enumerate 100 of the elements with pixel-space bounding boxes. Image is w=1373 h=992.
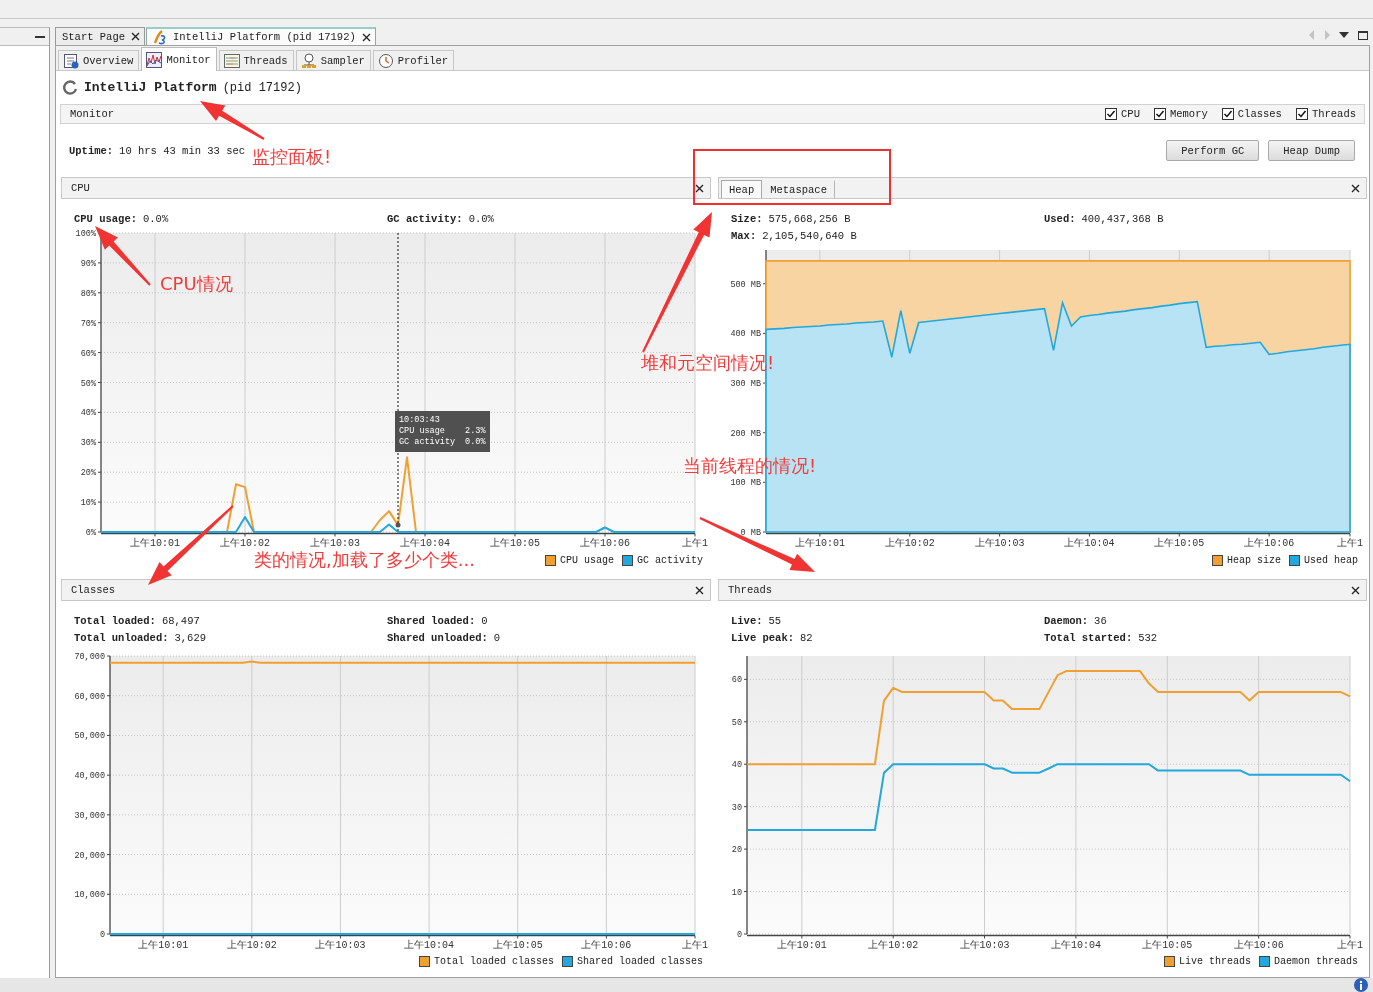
close-icon[interactable] (1351, 183, 1360, 193)
axis-label: 200 MB (730, 428, 761, 439)
checkbox[interactable] (1105, 108, 1118, 120)
axis-label: 上午10:04 (404, 940, 455, 951)
legend-label: Total loaded classes (433, 955, 554, 967)
axis-label: 上午10:04 (1050, 940, 1101, 951)
nodes-icon (300, 52, 317, 69)
axis-label: 上午10:01 (794, 538, 845, 549)
annotation-text: 监控面板! (252, 146, 332, 167)
axis-label: 50,000 (74, 731, 105, 742)
panel-tab[interactable]: Heap (721, 180, 763, 198)
panel-title: Classes (70, 583, 117, 598)
stat-value: 0 (481, 615, 488, 627)
axis-label: 20% (80, 468, 96, 479)
checkbox[interactable] (1153, 108, 1166, 120)
logo-icon (153, 29, 167, 45)
axis-label: 上午10:02 (868, 940, 919, 951)
close-icon[interactable] (131, 32, 140, 41)
view-tab[interactable]: Profiler (372, 50, 455, 70)
axis-label: 上午10:06 (581, 940, 632, 951)
axis-label: 上午1 (682, 940, 708, 951)
annotation-text: CPU情况 (160, 273, 233, 294)
application-name: IntelliJ Platform (84, 80, 217, 95)
axis-label: 40,000 (74, 771, 105, 782)
axis-label: 500 MB (730, 279, 761, 290)
dropdown-icon[interactable] (1339, 32, 1349, 38)
document-tab[interactable]: Start Page (55, 27, 145, 45)
close-icon[interactable] (695, 183, 704, 193)
stat-value: 532 (1138, 632, 1158, 644)
axis-label: 300 MB (730, 379, 761, 390)
legend-label: Live threads (1178, 955, 1251, 967)
axis-label: 上午10:03 (959, 940, 1010, 951)
stat-label: Total started: (1044, 632, 1133, 644)
legend-label: Used heap (1304, 554, 1358, 566)
annotation-arrow (200, 101, 265, 140)
tooltip-label: CPU usage (399, 426, 445, 437)
stat-value: 0.0% (468, 213, 494, 225)
axis-label: 10 (731, 887, 742, 898)
axis-label: 上午10:06 (1233, 940, 1284, 951)
stat-value: 36 (1094, 615, 1107, 627)
legend-label: Daemon threads (1274, 955, 1358, 967)
axis-label: 20 (731, 845, 742, 856)
maximize-icon[interactable] (1358, 30, 1368, 40)
legend-label: GC activity (637, 554, 703, 566)
axis-label: 90% (80, 258, 96, 269)
axis-label: 0 MB (740, 528, 761, 538)
clock-icon (377, 52, 394, 69)
axis-label: 30 (731, 802, 742, 813)
checkbox[interactable] (1295, 108, 1308, 120)
axis-label: 40% (80, 408, 96, 419)
stat-label: CPU usage: (74, 213, 137, 225)
panel-tab[interactable]: Metaspace (762, 180, 835, 198)
stat-value: 400,437,368 B (1081, 213, 1164, 225)
action-button[interactable]: Perform GC (1166, 140, 1260, 161)
uptime-value: 10 hrs 43 min 33 sec (119, 144, 246, 157)
axis-label: 80% (80, 288, 96, 299)
axis-label: 100 MB (730, 478, 761, 489)
document-icon (63, 52, 79, 69)
close-icon[interactable] (361, 32, 371, 42)
legend-label: CPU usage (559, 554, 614, 566)
stat-label: Live: (731, 615, 763, 627)
axis-label: 上午1 (682, 538, 708, 549)
spinner-icon (62, 79, 78, 96)
tooltip-value: 2.3% (465, 426, 486, 437)
stat-value: 0.0% (143, 213, 169, 225)
legend-label: Heap size (1226, 554, 1281, 566)
axis-label: 30% (80, 438, 96, 449)
axis-label: 60% (80, 348, 96, 359)
stat-value: 55 (768, 615, 782, 627)
axis-label: 20,000 (74, 850, 105, 861)
stat-value: 82 (800, 632, 813, 644)
checkbox[interactable] (1221, 108, 1234, 120)
panel-title: CPU (70, 181, 91, 196)
axis-label: 60,000 (74, 691, 105, 702)
annotation-text: 类的情况,加载了多少个类... (254, 549, 475, 570)
axis-label: 400 MB (730, 329, 761, 340)
tooltip-label: GC activity (399, 437, 456, 448)
view-tab[interactable]: Overview (58, 50, 140, 70)
axis-label: 70% (80, 318, 96, 329)
axis-label: 70,000 (74, 652, 105, 662)
axis-label: 上午10:05 (1154, 538, 1205, 549)
stat-label: Used: (1044, 213, 1076, 225)
axis-label: 上午10:02 (226, 940, 277, 951)
close-icon[interactable] (695, 585, 704, 595)
section-title: Monitor (70, 108, 115, 120)
close-icon[interactable] (1351, 585, 1360, 595)
axis-label: 50 (731, 717, 742, 728)
document-tab[interactable]: IntelliJ Platform (pid 17192) (146, 27, 376, 45)
view-tab[interactable]: Sampler (295, 50, 371, 70)
stat-label: Total unloaded: (74, 632, 169, 644)
view-tab[interactable]: Monitor (141, 47, 217, 71)
action-button[interactable]: Heap Dump (1268, 140, 1355, 161)
panel-title: Threads (727, 583, 774, 598)
checkbox-label: Classes (1237, 108, 1282, 120)
uptime-label: Uptime: (69, 144, 114, 157)
axis-label: 100% (75, 229, 96, 239)
axis-label: 上午10:01 (776, 940, 827, 951)
axis-label: 40 (731, 760, 742, 771)
axis-label: 上午10:01 (138, 940, 189, 951)
view-tab[interactable]: Threads (218, 50, 294, 70)
